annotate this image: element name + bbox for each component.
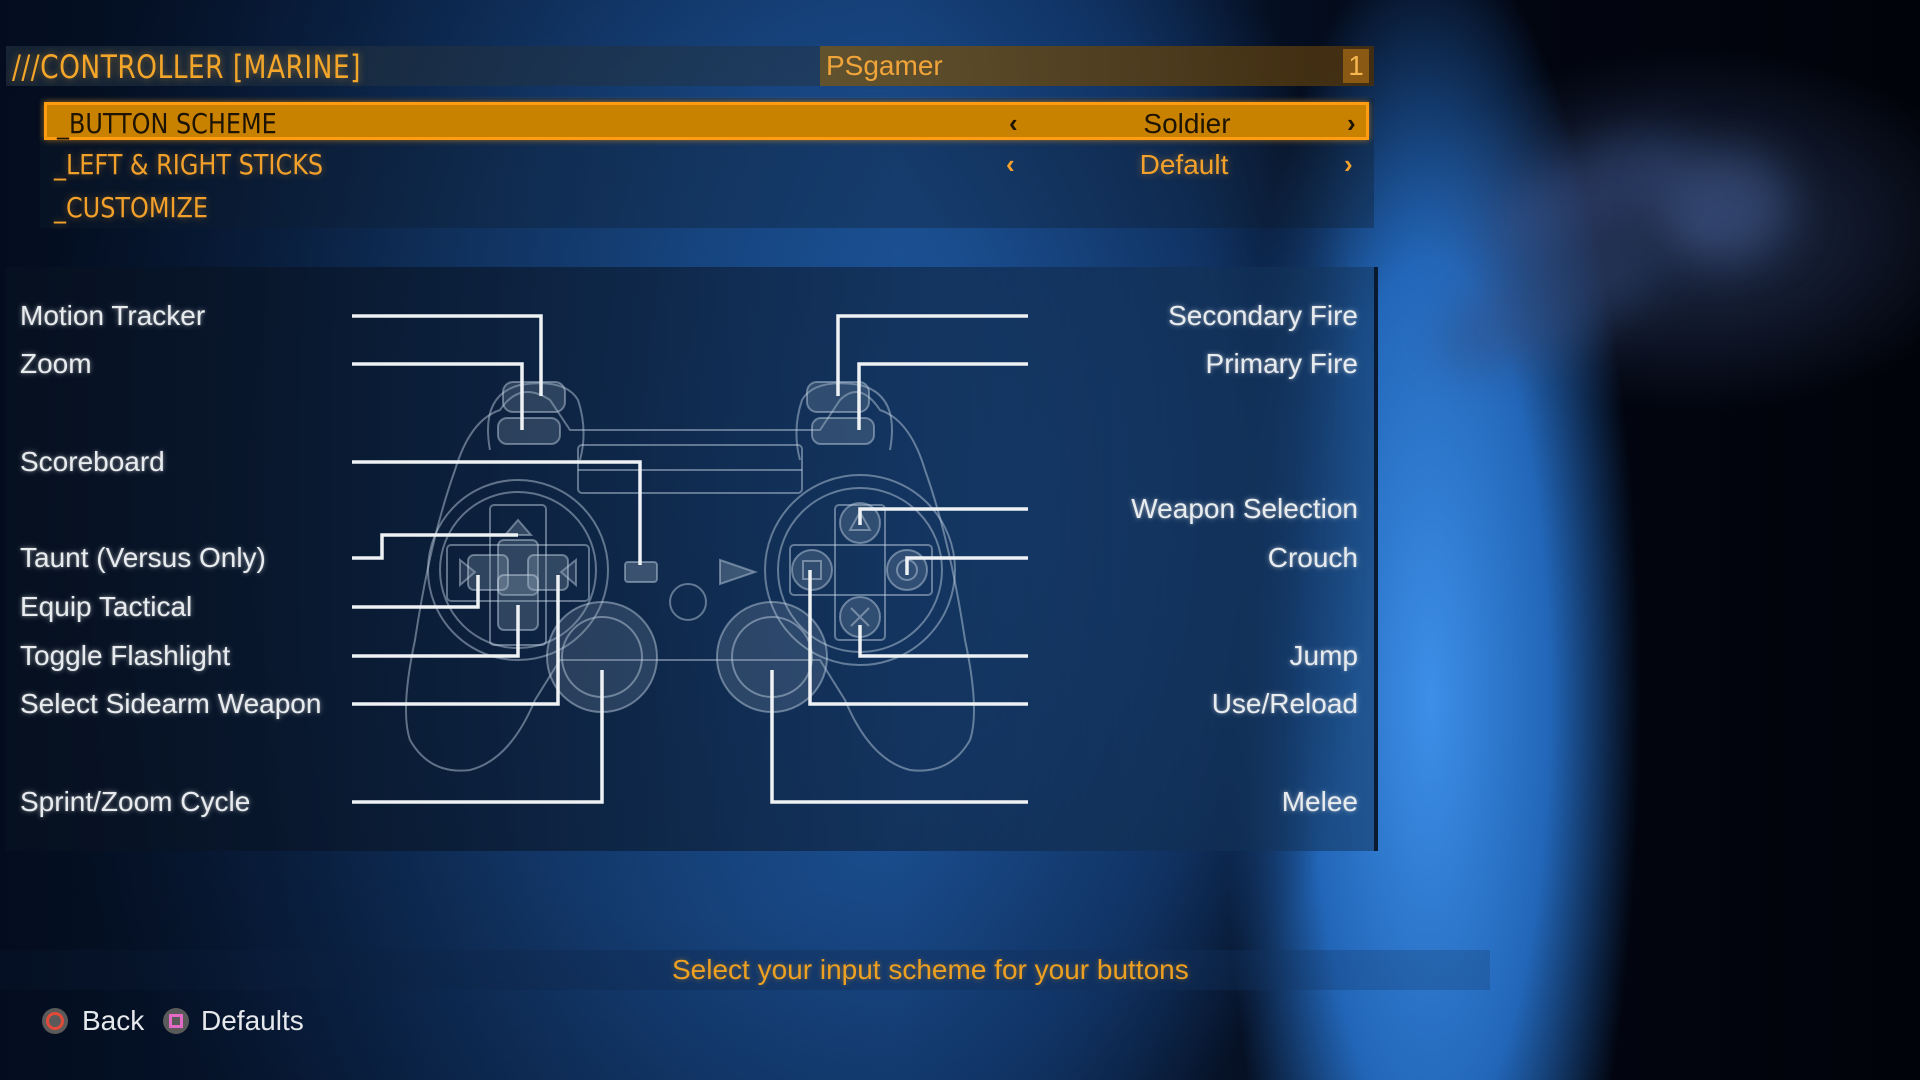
mapping-label-motion-tracker: Motion Tracker xyxy=(20,300,206,331)
square-button-icon xyxy=(163,1008,189,1034)
l1-button xyxy=(497,417,561,445)
ps3-controller-icon xyxy=(405,381,975,772)
ps-button xyxy=(669,583,707,621)
mapping-label-equip-tactical: Equip Tactical xyxy=(20,591,193,622)
back-label: Back xyxy=(82,1005,145,1036)
dpad-up xyxy=(502,518,534,536)
callout-line-toggle-flashlight xyxy=(352,605,520,658)
mapping-label-zoom: Zoom xyxy=(20,348,92,379)
mapping-label-secondary-fire: Secondary Fire xyxy=(1168,300,1358,331)
mapping-label-melee: Melee xyxy=(1281,786,1358,817)
mapping-label-sprint-zoom-cycle: Sprint/Zoom Cycle xyxy=(20,786,251,817)
hint-text: Select your input scheme for your button… xyxy=(672,954,1189,985)
r1-button xyxy=(811,417,875,445)
callout-lines xyxy=(352,314,1028,804)
callout-line-zoom xyxy=(352,362,524,430)
defaults-label: Defaults xyxy=(201,1005,304,1036)
mapping-label-jump: Jump xyxy=(1289,640,1358,671)
start-button xyxy=(719,558,759,586)
mapping-label-weapon-selection: Weapon Selection xyxy=(1131,493,1358,524)
mapping-label-primary-fire: Primary Fire xyxy=(1205,348,1358,379)
mapping-label-scoreboard: Scoreboard xyxy=(20,446,165,477)
mapping-label-taunt: Taunt (Versus Only) xyxy=(20,542,266,573)
mapping-label-toggle-flashlight: Toggle Flashlight xyxy=(20,640,231,671)
mapping-label-select-sidearm: Select Sidearm Weapon xyxy=(20,688,322,719)
callout-line-scoreboard xyxy=(352,460,642,565)
square-button xyxy=(791,549,833,591)
mapping-label-use-reload: Use/Reload xyxy=(1211,688,1358,719)
callout-line-use-reload xyxy=(808,570,1028,706)
controller-diagram xyxy=(352,314,1028,804)
callout-line-primary-fire xyxy=(857,362,1028,430)
circle-button-icon xyxy=(42,1008,68,1034)
mapping-label-crouch: Crouch xyxy=(1267,542,1358,573)
l2-button xyxy=(502,381,566,413)
